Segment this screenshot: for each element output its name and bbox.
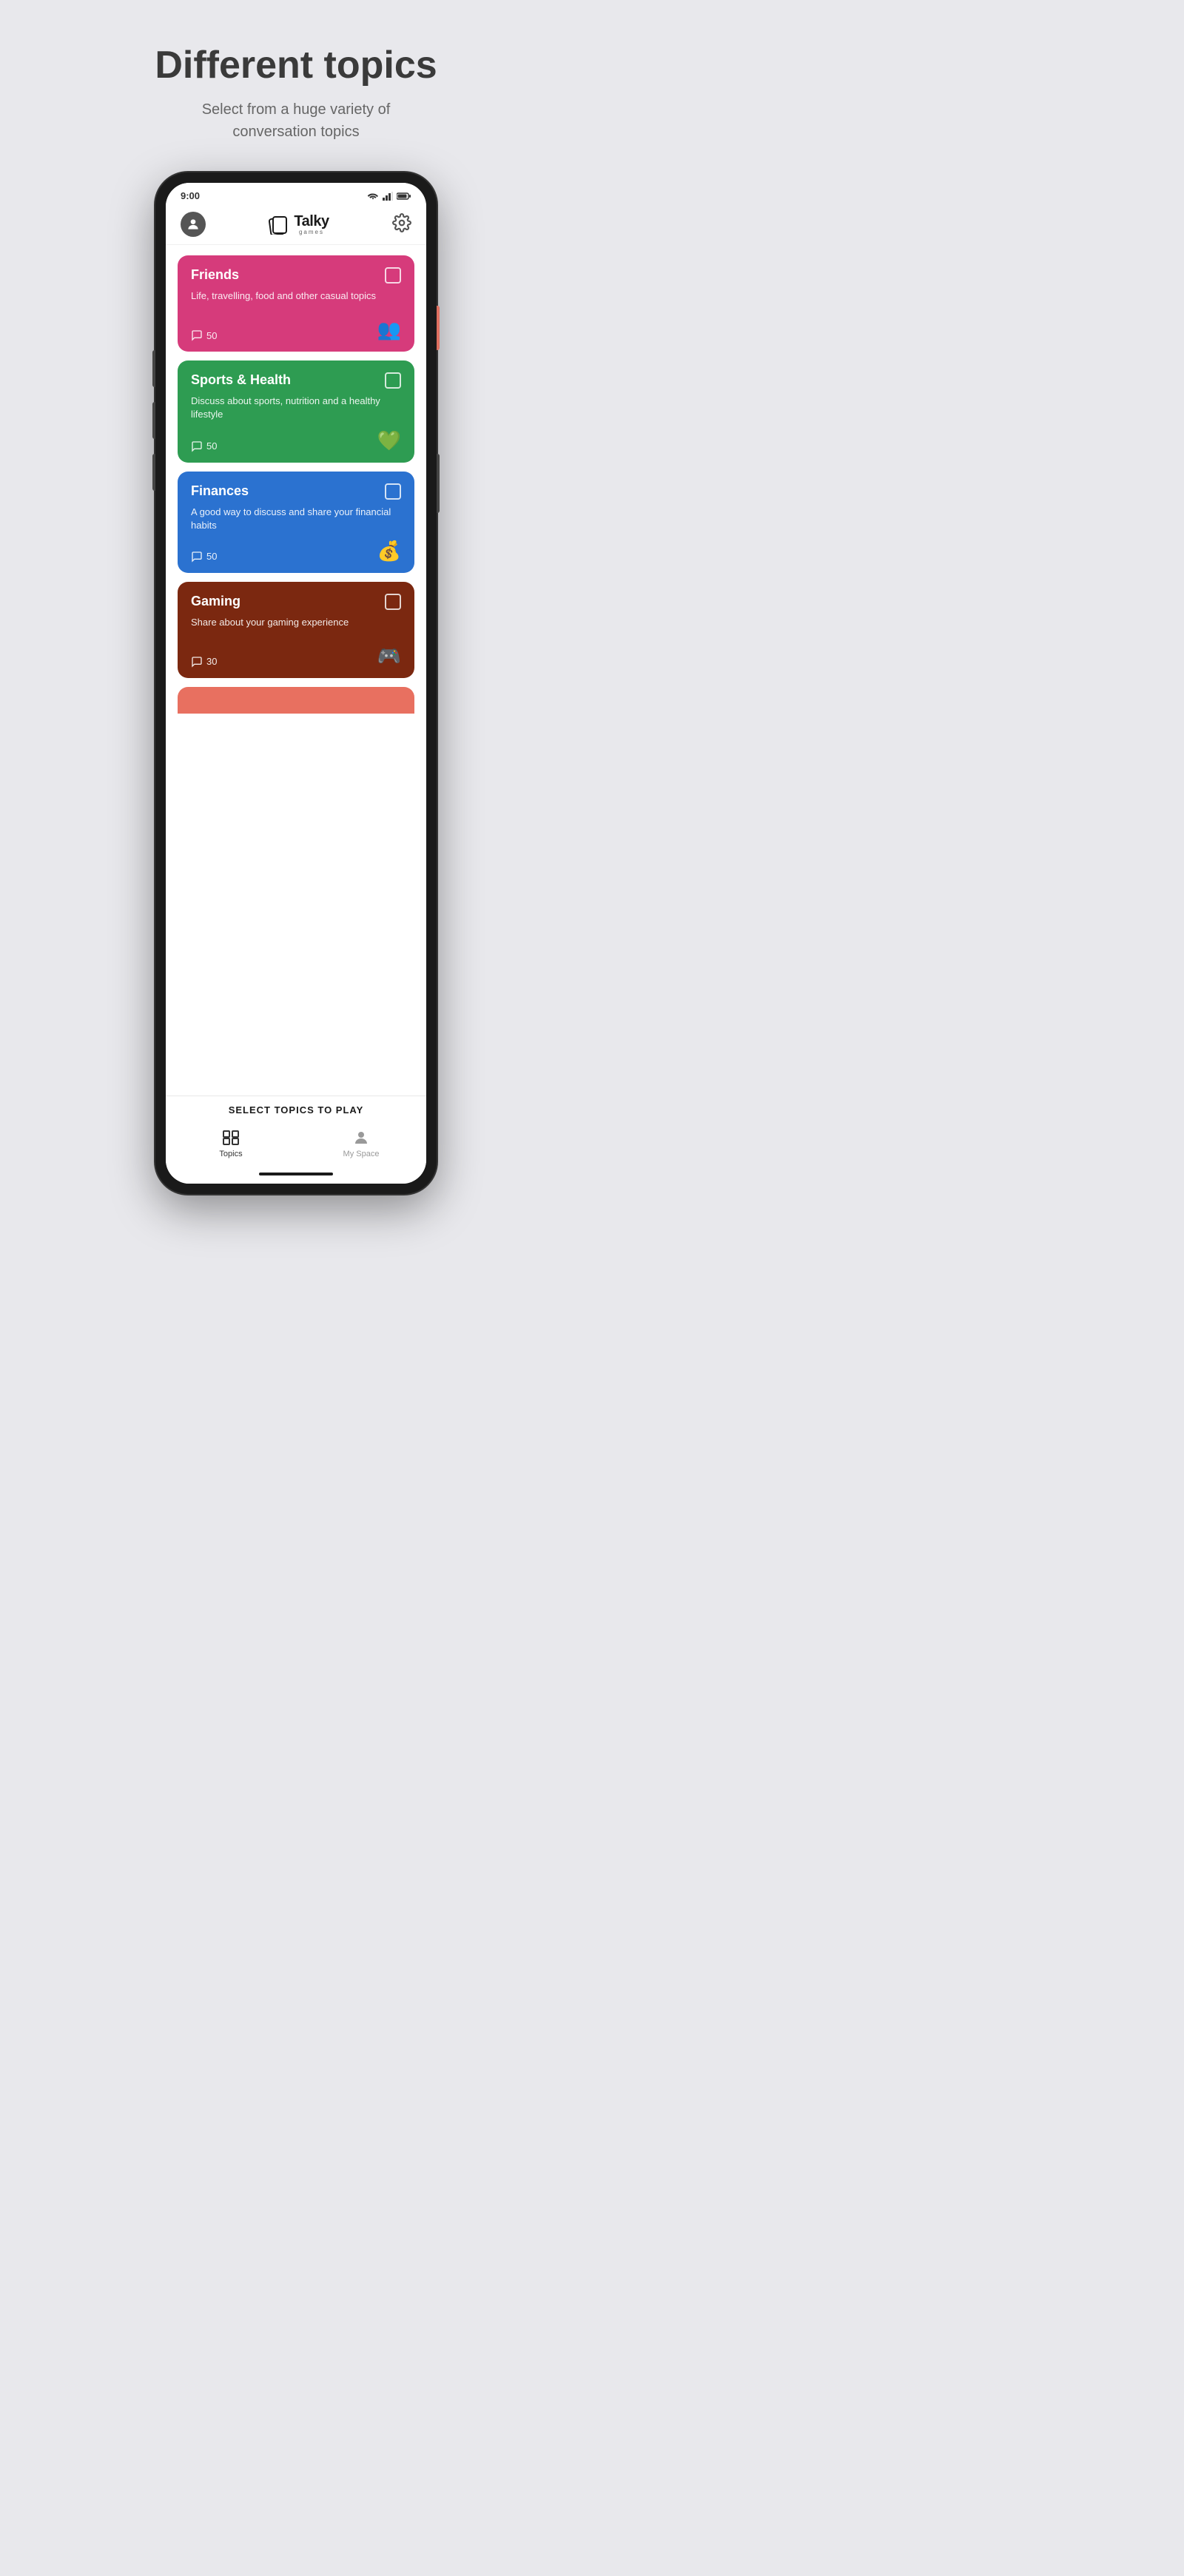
topic-checkbox-gaming[interactable] (385, 594, 401, 610)
topic-card-finances[interactable]: Finances A good way to discuss and share… (178, 472, 414, 573)
page-header: Different topics Select from a huge vari… (0, 0, 592, 165)
myspace-tab-icon (352, 1129, 370, 1147)
topic-count-gaming: 30 (191, 656, 217, 668)
battery-icon (397, 192, 411, 201)
topic-footer-sports: 50 💚 (191, 429, 401, 452)
topic-card-sports[interactable]: Sports & Health Discuss about sports, nu… (178, 360, 414, 462)
phone-device: 9:00 (155, 172, 437, 1194)
topic-title-sports: Sports & Health (191, 372, 291, 388)
status-icons (367, 192, 411, 201)
settings-button[interactable] (392, 213, 411, 236)
phone-left-buttons (152, 350, 155, 387)
tab-topics[interactable]: Topics (166, 1124, 296, 1163)
card-count-icon-friends (191, 329, 203, 341)
topic-card-partial (178, 687, 414, 714)
tab-myspace[interactable]: My Space (296, 1124, 426, 1163)
page-subtitle: Select from a huge variety of conversati… (178, 98, 414, 143)
topic-card-friends-header: Friends (191, 267, 401, 284)
select-topics-label: SELECT TOPICS TO PLAY (229, 1104, 364, 1116)
topic-desc-gaming: Share about your gaming experience (191, 616, 401, 637)
card-count-icon-gaming (191, 656, 203, 668)
wifi-icon (367, 192, 379, 201)
status-time: 9:00 (181, 190, 200, 201)
topic-title-friends: Friends (191, 267, 239, 283)
select-topics-bar: SELECT TOPICS TO PLAY (166, 1096, 426, 1121)
topic-card-finances-header: Finances (191, 483, 401, 500)
topic-checkbox-friends[interactable] (385, 267, 401, 284)
card-count-icon-sports (191, 440, 203, 452)
topic-checkbox-finances[interactable] (385, 483, 401, 500)
topic-count-friends: 50 (191, 329, 217, 341)
topic-card-friends[interactable]: Friends Life, travelling, food and other… (178, 255, 414, 352)
topic-card-gaming-header: Gaming (191, 594, 401, 610)
topic-card-sports-header: Sports & Health (191, 372, 401, 389)
logo-text: Talky (294, 213, 329, 229)
topic-emoji-friends: 👥 (377, 318, 401, 341)
topic-desc-finances: A good way to discuss and share your fin… (191, 506, 401, 532)
topic-footer-finances: 50 💰 (191, 540, 401, 563)
logo-sub: games (294, 229, 329, 235)
topic-count-finances: 50 (191, 551, 217, 563)
app-logo: Talky games (269, 213, 329, 235)
topic-emoji-sports: 💚 (377, 429, 401, 452)
phone-screen: 9:00 (166, 183, 426, 1184)
user-avatar[interactable] (181, 212, 206, 237)
topic-desc-friends: Life, travelling, food and other casual … (191, 289, 401, 311)
topic-count-sports: 50 (191, 440, 217, 452)
home-indicator-bar (259, 1173, 333, 1175)
tab-topics-label: Topics (219, 1150, 242, 1158)
topic-emoji-finances: 💰 (377, 540, 401, 563)
phone-shell: 9:00 (155, 172, 437, 1194)
tab-myspace-label: My Space (343, 1150, 380, 1158)
status-bar: 9:00 (166, 183, 426, 206)
app-header: Talky games (166, 206, 426, 245)
nav-tabs: Topics My Space (166, 1121, 426, 1169)
topic-desc-sports: Discuss about sports, nutrition and a he… (191, 395, 401, 421)
logo-cards-icon (269, 214, 289, 235)
page-title: Different topics (30, 44, 562, 87)
gear-icon (392, 213, 411, 232)
topics-tab-icon (222, 1129, 240, 1147)
topic-title-gaming: Gaming (191, 594, 240, 609)
home-indicator (166, 1169, 426, 1184)
bottom-nav: SELECT TOPICS TO PLAY Topics (166, 1096, 426, 1184)
topic-footer-friends: 50 👥 (191, 318, 401, 341)
topic-list[interactable]: Friends Life, travelling, food and other… (166, 245, 426, 1096)
topic-card-gaming[interactable]: Gaming Share about your gaming experienc… (178, 582, 414, 678)
card-count-icon-finances (191, 551, 203, 563)
signal-icon (383, 192, 393, 201)
topic-title-finances: Finances (191, 483, 249, 499)
topic-footer-gaming: 30 🎮 (191, 645, 401, 668)
topic-checkbox-sports[interactable] (385, 372, 401, 389)
topic-emoji-gaming: 🎮 (377, 645, 401, 668)
